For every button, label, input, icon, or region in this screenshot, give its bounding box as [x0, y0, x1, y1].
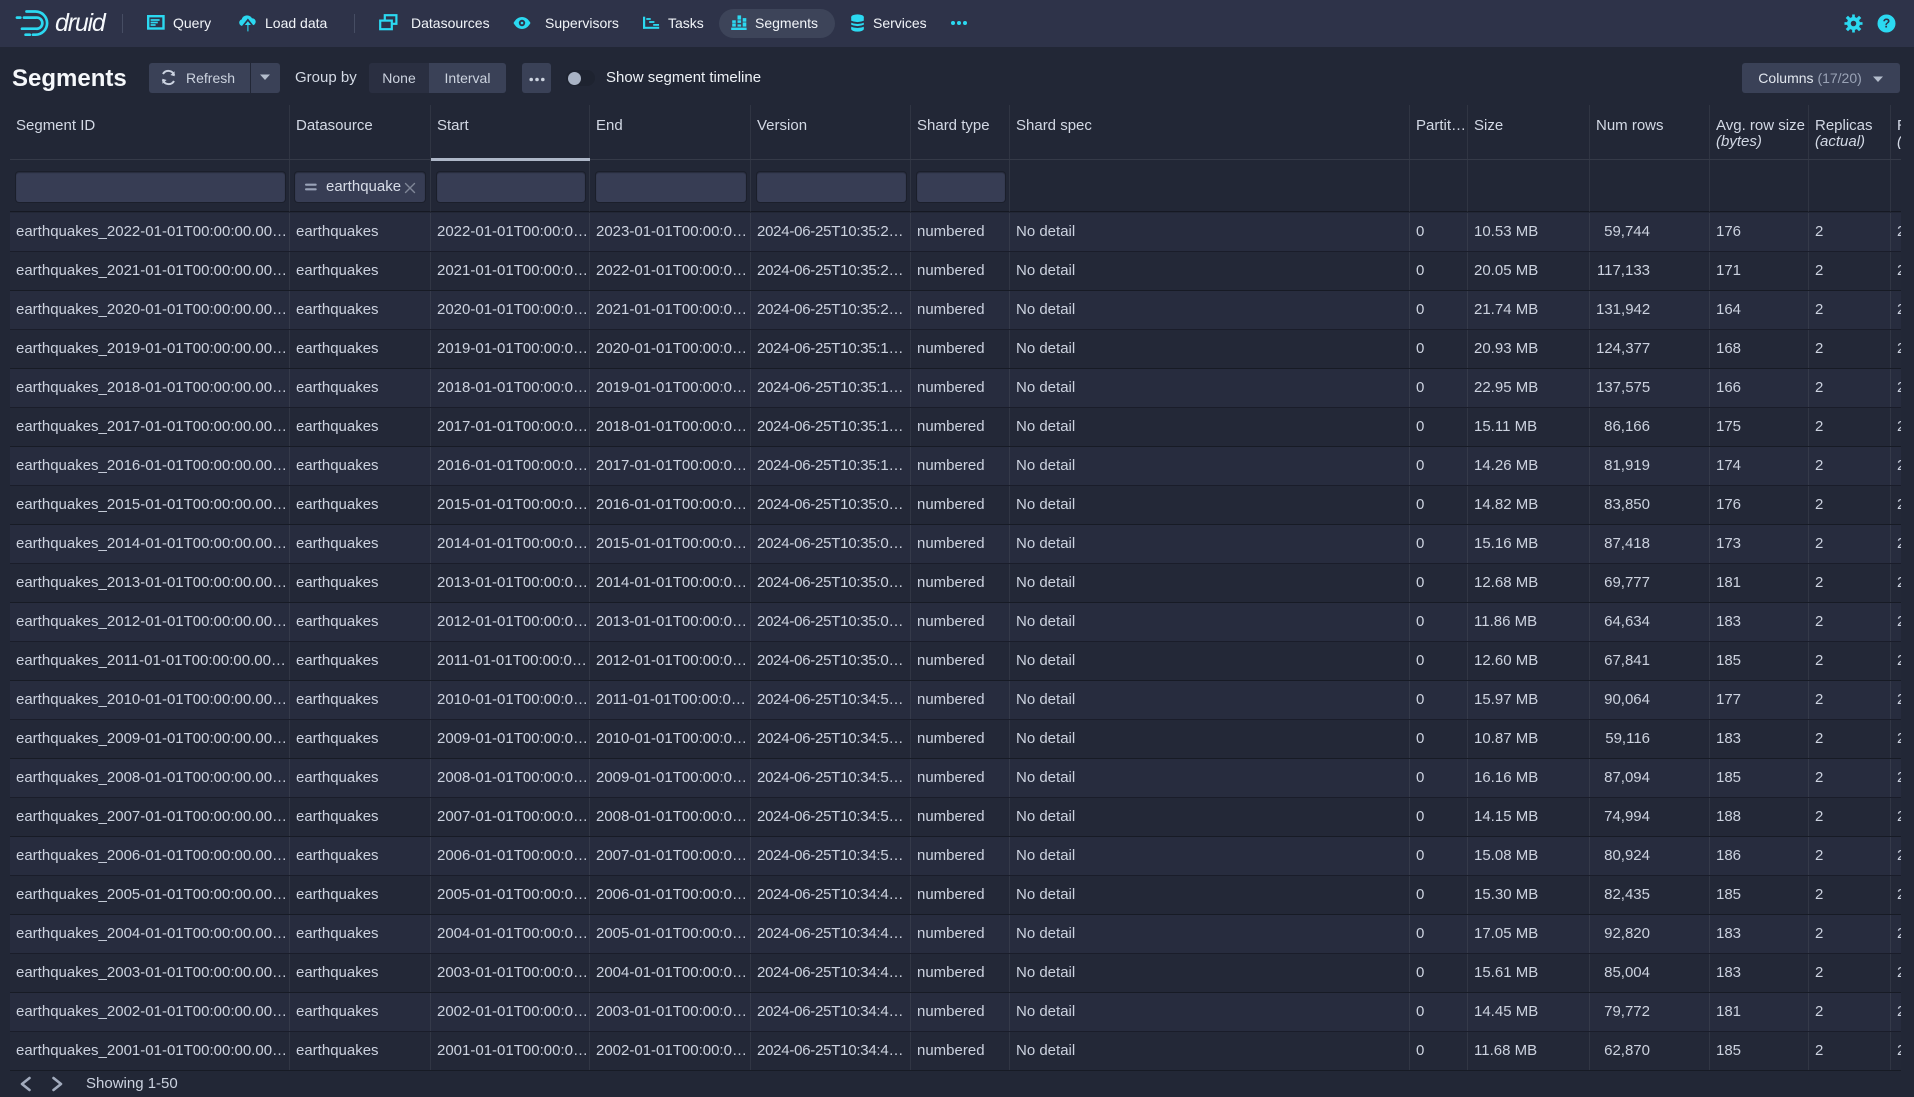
svg-text:?: ?	[1883, 17, 1891, 31]
